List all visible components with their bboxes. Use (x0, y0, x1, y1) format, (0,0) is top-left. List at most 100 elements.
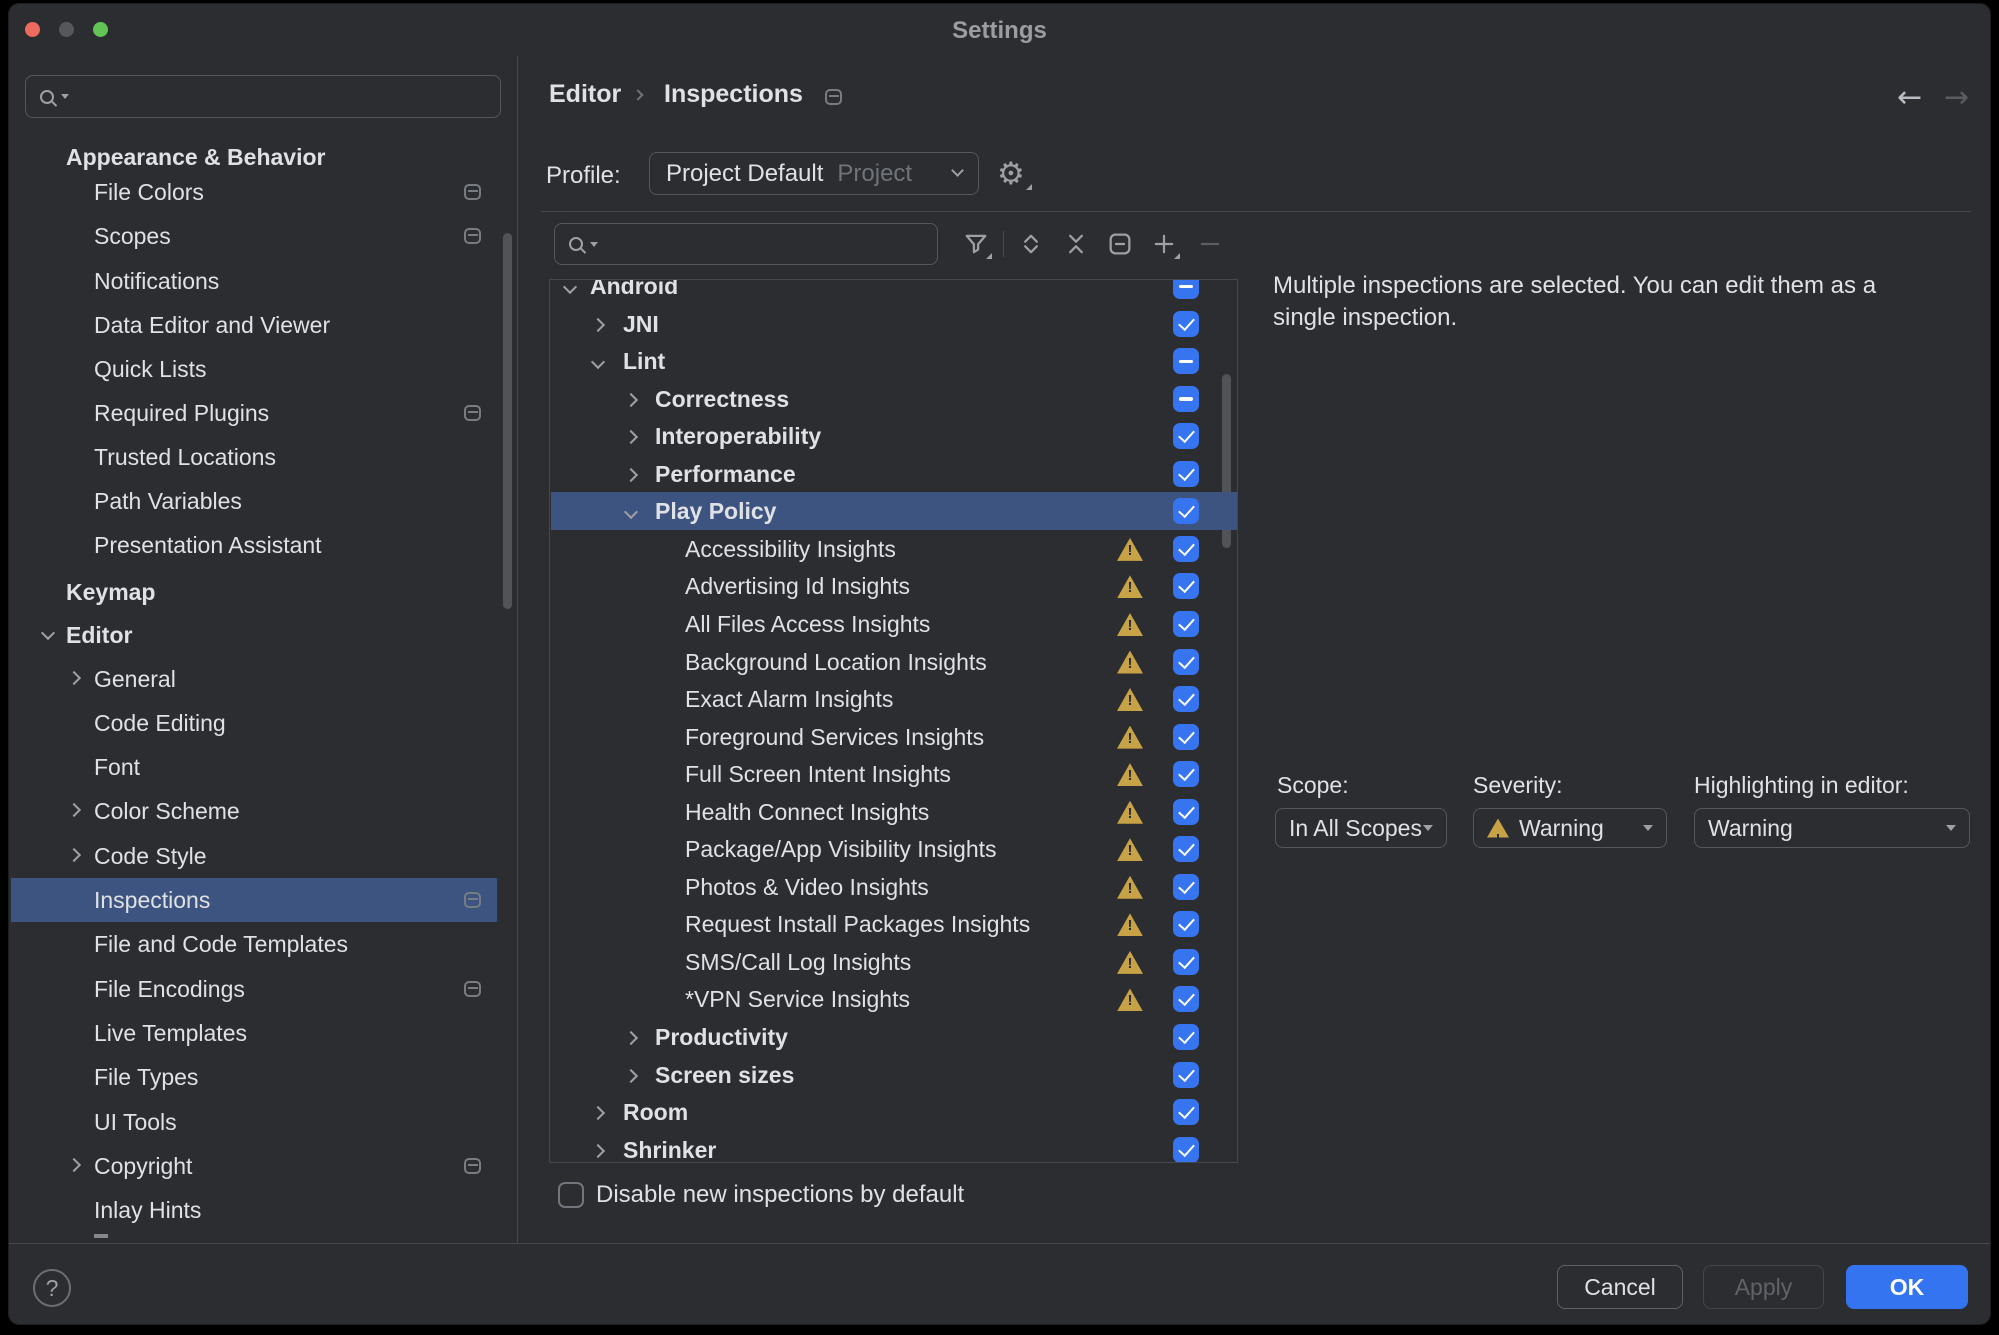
tree-row-correctness[interactable]: Correctness (551, 380, 1238, 418)
profile-actions-button[interactable]: ⚙ (997, 159, 1025, 190)
tree-row-health-connect-insights[interactable]: Health Connect Insights (551, 793, 1238, 831)
breadcrumb-editor[interactable]: Editor (549, 80, 621, 109)
sidebar-item-copyright[interactable]: Copyright (11, 1144, 497, 1188)
sidebar-item-notifications[interactable]: Notifications (11, 259, 497, 303)
tree-row-photos-video-insights[interactable]: Photos & Video Insights (551, 868, 1238, 906)
tree-row-jni[interactable]: JNI (551, 305, 1238, 343)
sidebar-item-code-editing[interactable]: Code Editing (11, 701, 497, 745)
inspection-checkbox-checked[interactable] (1173, 611, 1199, 637)
tree-row-sms-call-log-insights[interactable]: SMS/Call Log Insights (551, 943, 1238, 981)
forward-arrow-icon[interactable]: → (1944, 80, 1969, 115)
chevron-right-icon[interactable] (591, 1144, 605, 1158)
tree-row-request-install-packages-insights[interactable]: Request Install Packages Insights (551, 905, 1238, 943)
tree-row-background-location-insights[interactable]: Background Location Insights (551, 643, 1238, 681)
tree-row-accessibility-insights[interactable]: Accessibility Insights (551, 530, 1238, 568)
chevron-right-icon[interactable] (624, 1031, 638, 1045)
scope-dropdown[interactable]: In All Scopes (1275, 808, 1447, 848)
chevron-down-icon[interactable] (591, 355, 605, 369)
help-button[interactable]: ? (33, 1269, 71, 1307)
tree-row-foreground-services-insights[interactable]: Foreground Services Insights (551, 718, 1238, 756)
inspection-checkbox-checked[interactable] (1173, 498, 1199, 524)
inspection-checkbox-checked[interactable] (1173, 686, 1199, 712)
cancel-button[interactable]: Cancel (1557, 1265, 1683, 1309)
chevron-right-icon[interactable] (67, 671, 81, 685)
sidebar-item-presentation-assistant[interactable]: Presentation Assistant (11, 523, 497, 567)
inspection-checkbox-checked[interactable] (1173, 461, 1199, 487)
inspection-checkbox-checked[interactable] (1173, 799, 1199, 825)
tree-row-lint[interactable]: Lint (551, 342, 1238, 380)
add-scope-button[interactable] (1146, 226, 1182, 262)
chevron-right-icon[interactable] (624, 1068, 638, 1082)
sidebar-item-inlay-hints[interactable]: Inlay Hints (11, 1188, 497, 1232)
tree-row-full-screen-intent-insights[interactable]: Full Screen Intent Insights (551, 755, 1238, 793)
inspection-checkbox-checked[interactable] (1173, 1024, 1199, 1050)
inspection-checkbox-checked[interactable] (1173, 536, 1199, 562)
disable-new-inspections-checkbox[interactable] (558, 1182, 584, 1208)
tree-row-shrinker[interactable]: Shrinker (551, 1131, 1238, 1163)
breadcrumb-inspections[interactable]: Inspections (664, 80, 803, 109)
sidebar-item-file-and-code-templates[interactable]: File and Code Templates (11, 922, 497, 966)
tree-row-interoperability[interactable]: Interoperability (551, 417, 1238, 455)
inspection-checkbox-checked[interactable] (1173, 874, 1199, 900)
back-arrow-icon[interactable]: ← (1897, 80, 1922, 115)
chevron-right-icon[interactable] (624, 468, 638, 482)
tree-row-advertising-id-insights[interactable]: Advertising Id Insights (551, 567, 1238, 605)
collapse-all-button[interactable] (1058, 226, 1094, 262)
sidebar-item-quick-lists[interactable]: Quick Lists (11, 347, 497, 391)
tree-row-package-app-visibility-insights[interactable]: Package/App Visibility Insights (551, 830, 1238, 868)
expand-all-button[interactable] (1013, 226, 1049, 262)
sidebar-scrollbar[interactable] (503, 233, 512, 609)
inspection-checkbox-checked[interactable] (1173, 1099, 1199, 1125)
chevron-right-icon[interactable] (67, 803, 81, 817)
chevron-right-icon[interactable] (67, 848, 81, 862)
inspection-checkbox-checked[interactable] (1173, 1062, 1199, 1088)
chevron-right-icon[interactable] (624, 430, 638, 444)
chevron-right-icon[interactable] (67, 1158, 81, 1172)
settings-search-input[interactable] (25, 75, 501, 118)
inspection-checkbox-checked[interactable] (1173, 423, 1199, 449)
sidebar-item-keymap[interactable]: Keymap (11, 570, 497, 614)
sidebar-item-general[interactable]: General (11, 657, 497, 701)
chevron-down-icon[interactable] (624, 505, 638, 519)
inspection-checkbox-checked[interactable] (1173, 986, 1199, 1012)
inspection-checkbox-checked[interactable] (1173, 949, 1199, 975)
chevron-down-icon[interactable] (563, 280, 577, 294)
inspection-checkbox-mixed[interactable] (1173, 279, 1199, 299)
sidebar-item-color-scheme[interactable]: Color Scheme (11, 789, 497, 833)
sidebar-item-scopes[interactable]: Scopes (11, 214, 497, 258)
sidebar-item-ui-tools[interactable]: UI Tools (11, 1100, 497, 1144)
tree-row-performance[interactable]: Performance (551, 455, 1238, 493)
sidebar-item-file-types[interactable]: File Types (11, 1055, 497, 1099)
sidebar-item-inspections[interactable]: Inspections (11, 878, 497, 922)
inspection-checkbox-checked[interactable] (1173, 1137, 1199, 1163)
filter-button[interactable] (958, 226, 994, 262)
tree-row-room[interactable]: Room (551, 1093, 1238, 1131)
remove-scope-button[interactable] (1192, 226, 1228, 262)
ok-button[interactable]: OK (1846, 1265, 1968, 1309)
tree-row--vpn-service-insights[interactable]: *VPN Service Insights (551, 980, 1238, 1018)
sidebar-item-live-templates[interactable]: Live Templates (11, 1011, 497, 1055)
sidebar-item-code-style[interactable]: Code Style (11, 834, 497, 878)
profile-dropdown[interactable]: Project Default Project (649, 152, 979, 195)
sidebar-item-file-encodings[interactable]: File Encodings (11, 967, 497, 1011)
inspection-checkbox-checked[interactable] (1173, 311, 1199, 337)
chevron-right-icon[interactable] (624, 393, 638, 407)
chevron-right-icon[interactable] (591, 317, 605, 331)
highlighting-dropdown[interactable]: Warning (1694, 808, 1970, 848)
inspection-checkbox-checked[interactable] (1173, 761, 1199, 787)
sidebar-item-trusted-locations[interactable]: Trusted Locations (11, 435, 497, 479)
apply-button[interactable]: Apply (1703, 1265, 1824, 1309)
sidebar-item-editor[interactable]: Editor (11, 613, 497, 657)
severity-dropdown[interactable]: Warning (1473, 808, 1667, 848)
inspection-checkbox-checked[interactable] (1173, 573, 1199, 599)
sidebar-item-path-variables[interactable]: Path Variables (11, 479, 497, 523)
inspection-checkbox-mixed[interactable] (1173, 348, 1199, 374)
inspections-search-input[interactable] (554, 223, 938, 265)
sidebar-item-file-colors[interactable]: File Colors (11, 170, 497, 214)
tree-row-screen-sizes[interactable]: Screen sizes (551, 1056, 1238, 1094)
tree-row-android[interactable]: Android (551, 279, 1238, 305)
chevron-right-icon[interactable] (591, 1106, 605, 1120)
inspection-checkbox-checked[interactable] (1173, 649, 1199, 675)
sidebar-item-required-plugins[interactable]: Required Plugins (11, 391, 497, 435)
sidebar-item-data-editor-and-viewer[interactable]: Data Editor and Viewer (11, 303, 497, 347)
